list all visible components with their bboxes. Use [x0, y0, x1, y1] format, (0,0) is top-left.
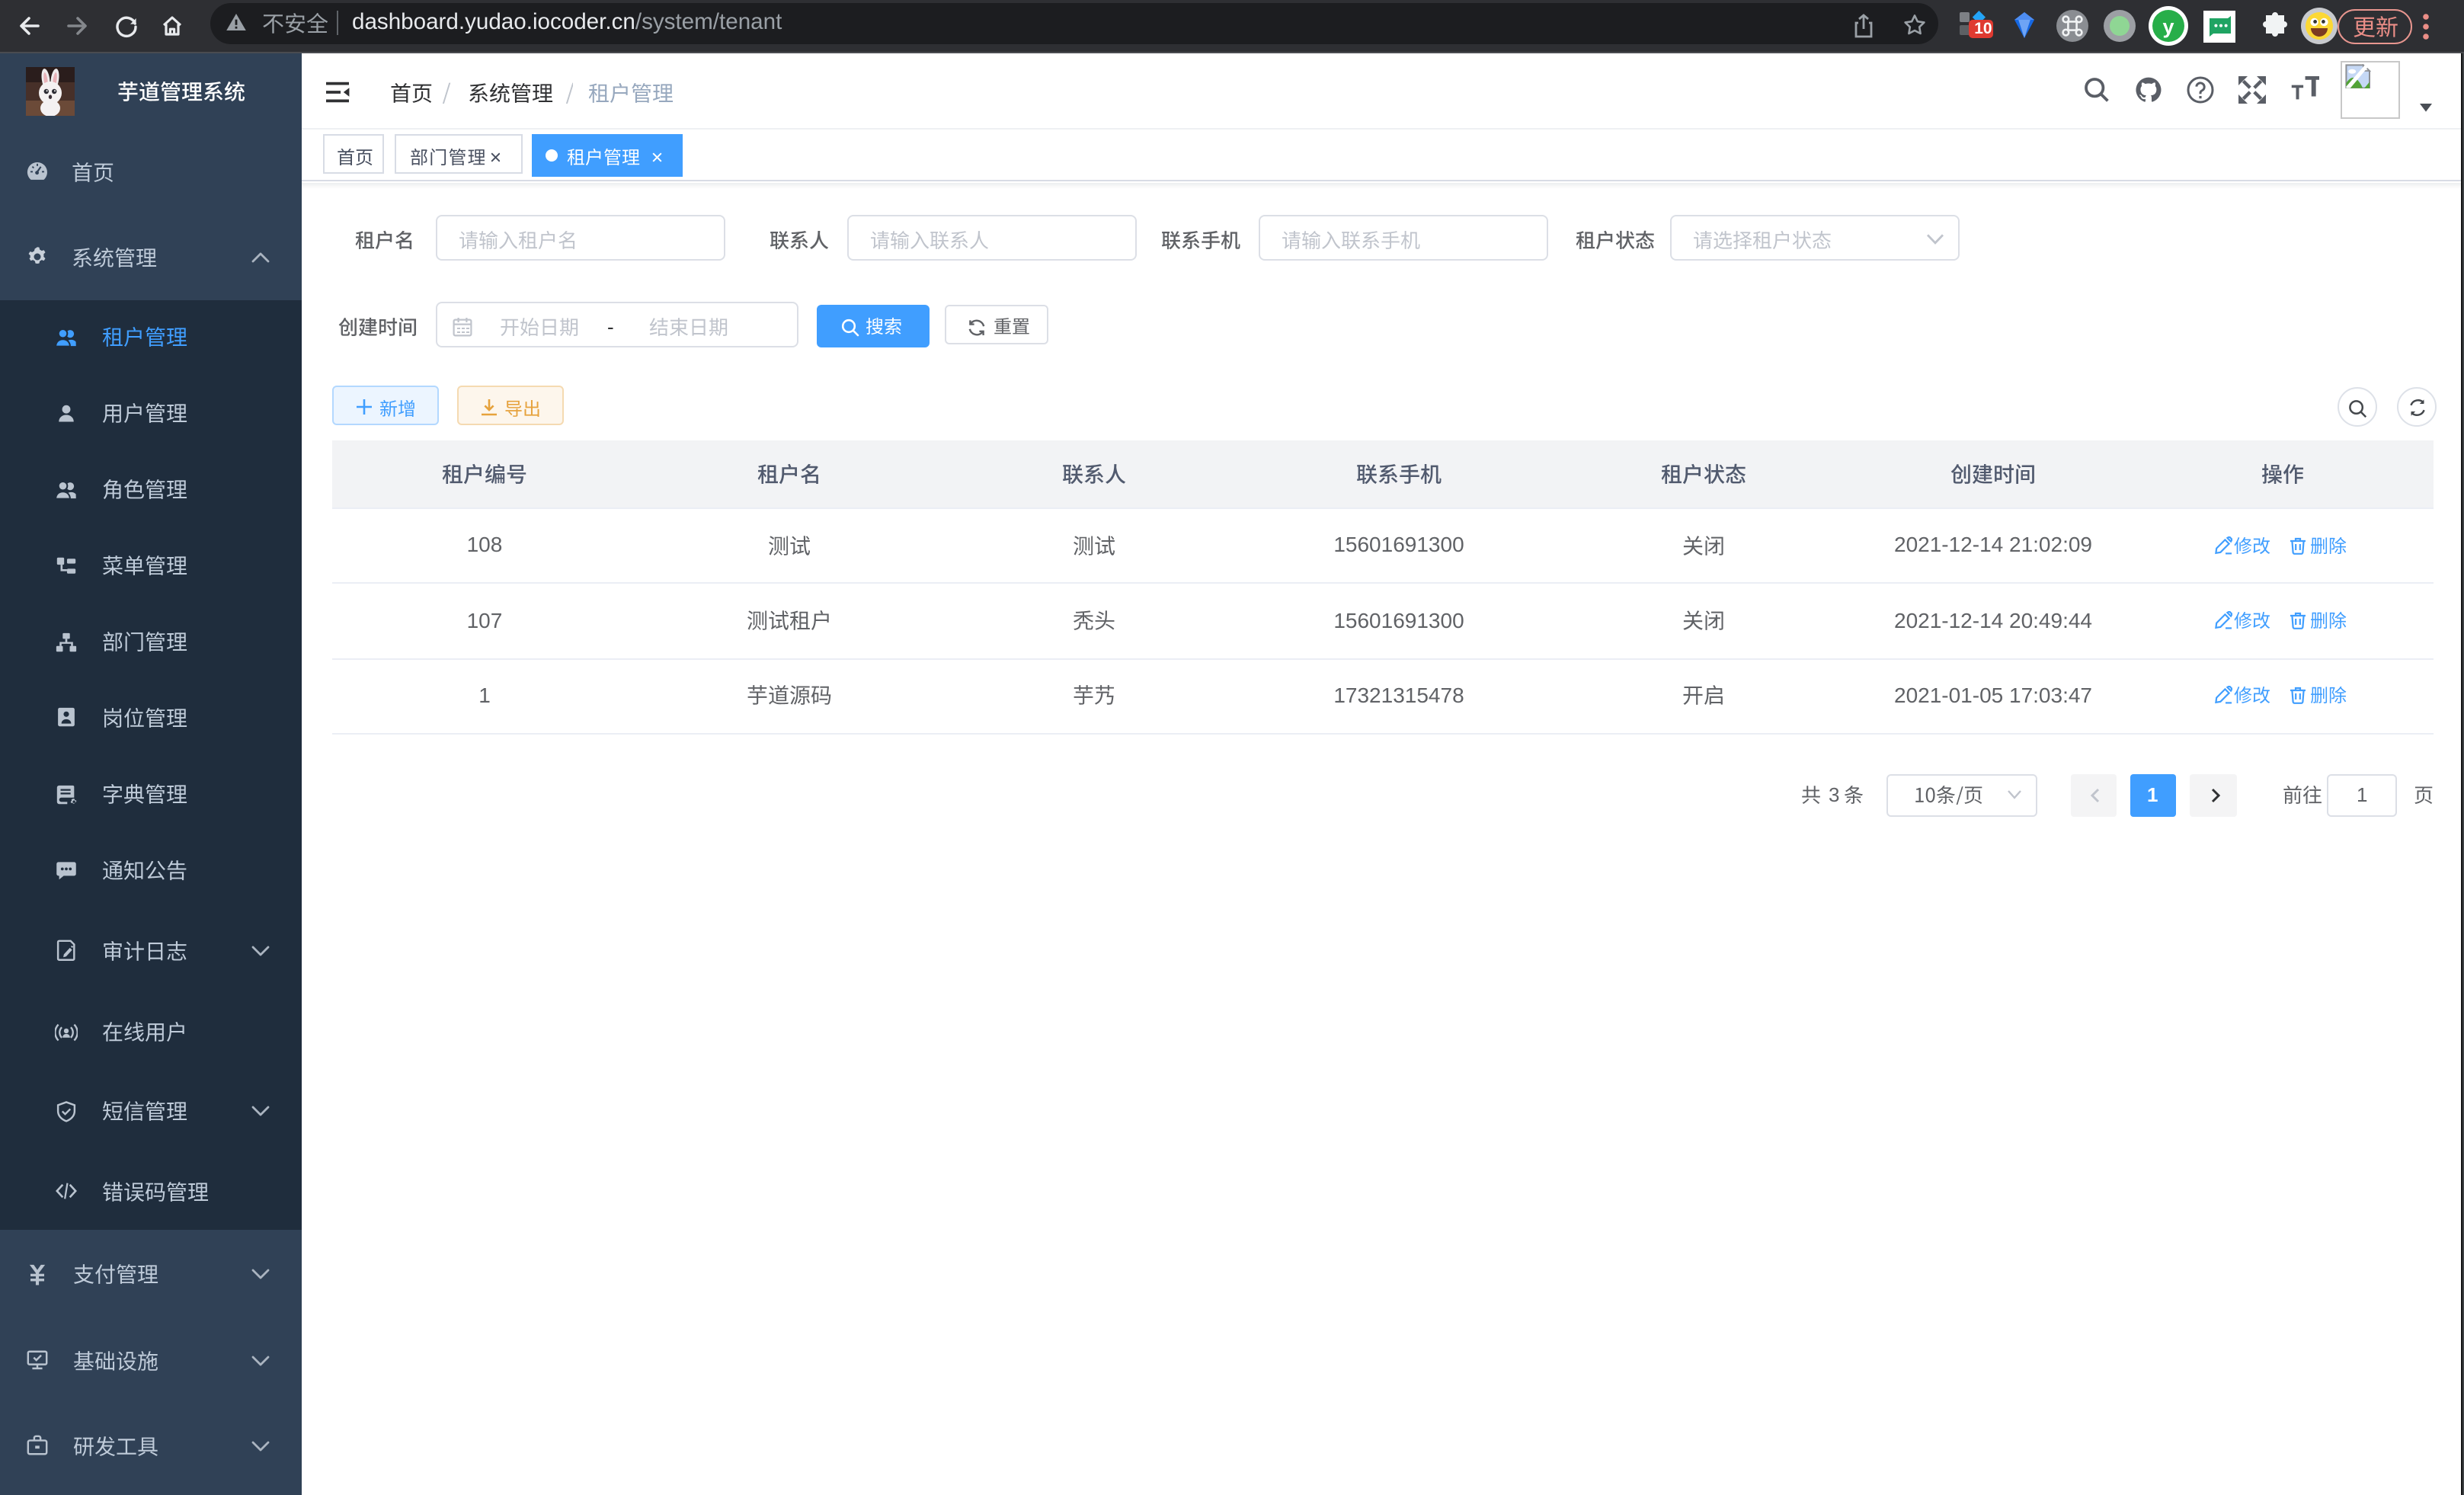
svg-text:y: y: [2162, 15, 2174, 38]
